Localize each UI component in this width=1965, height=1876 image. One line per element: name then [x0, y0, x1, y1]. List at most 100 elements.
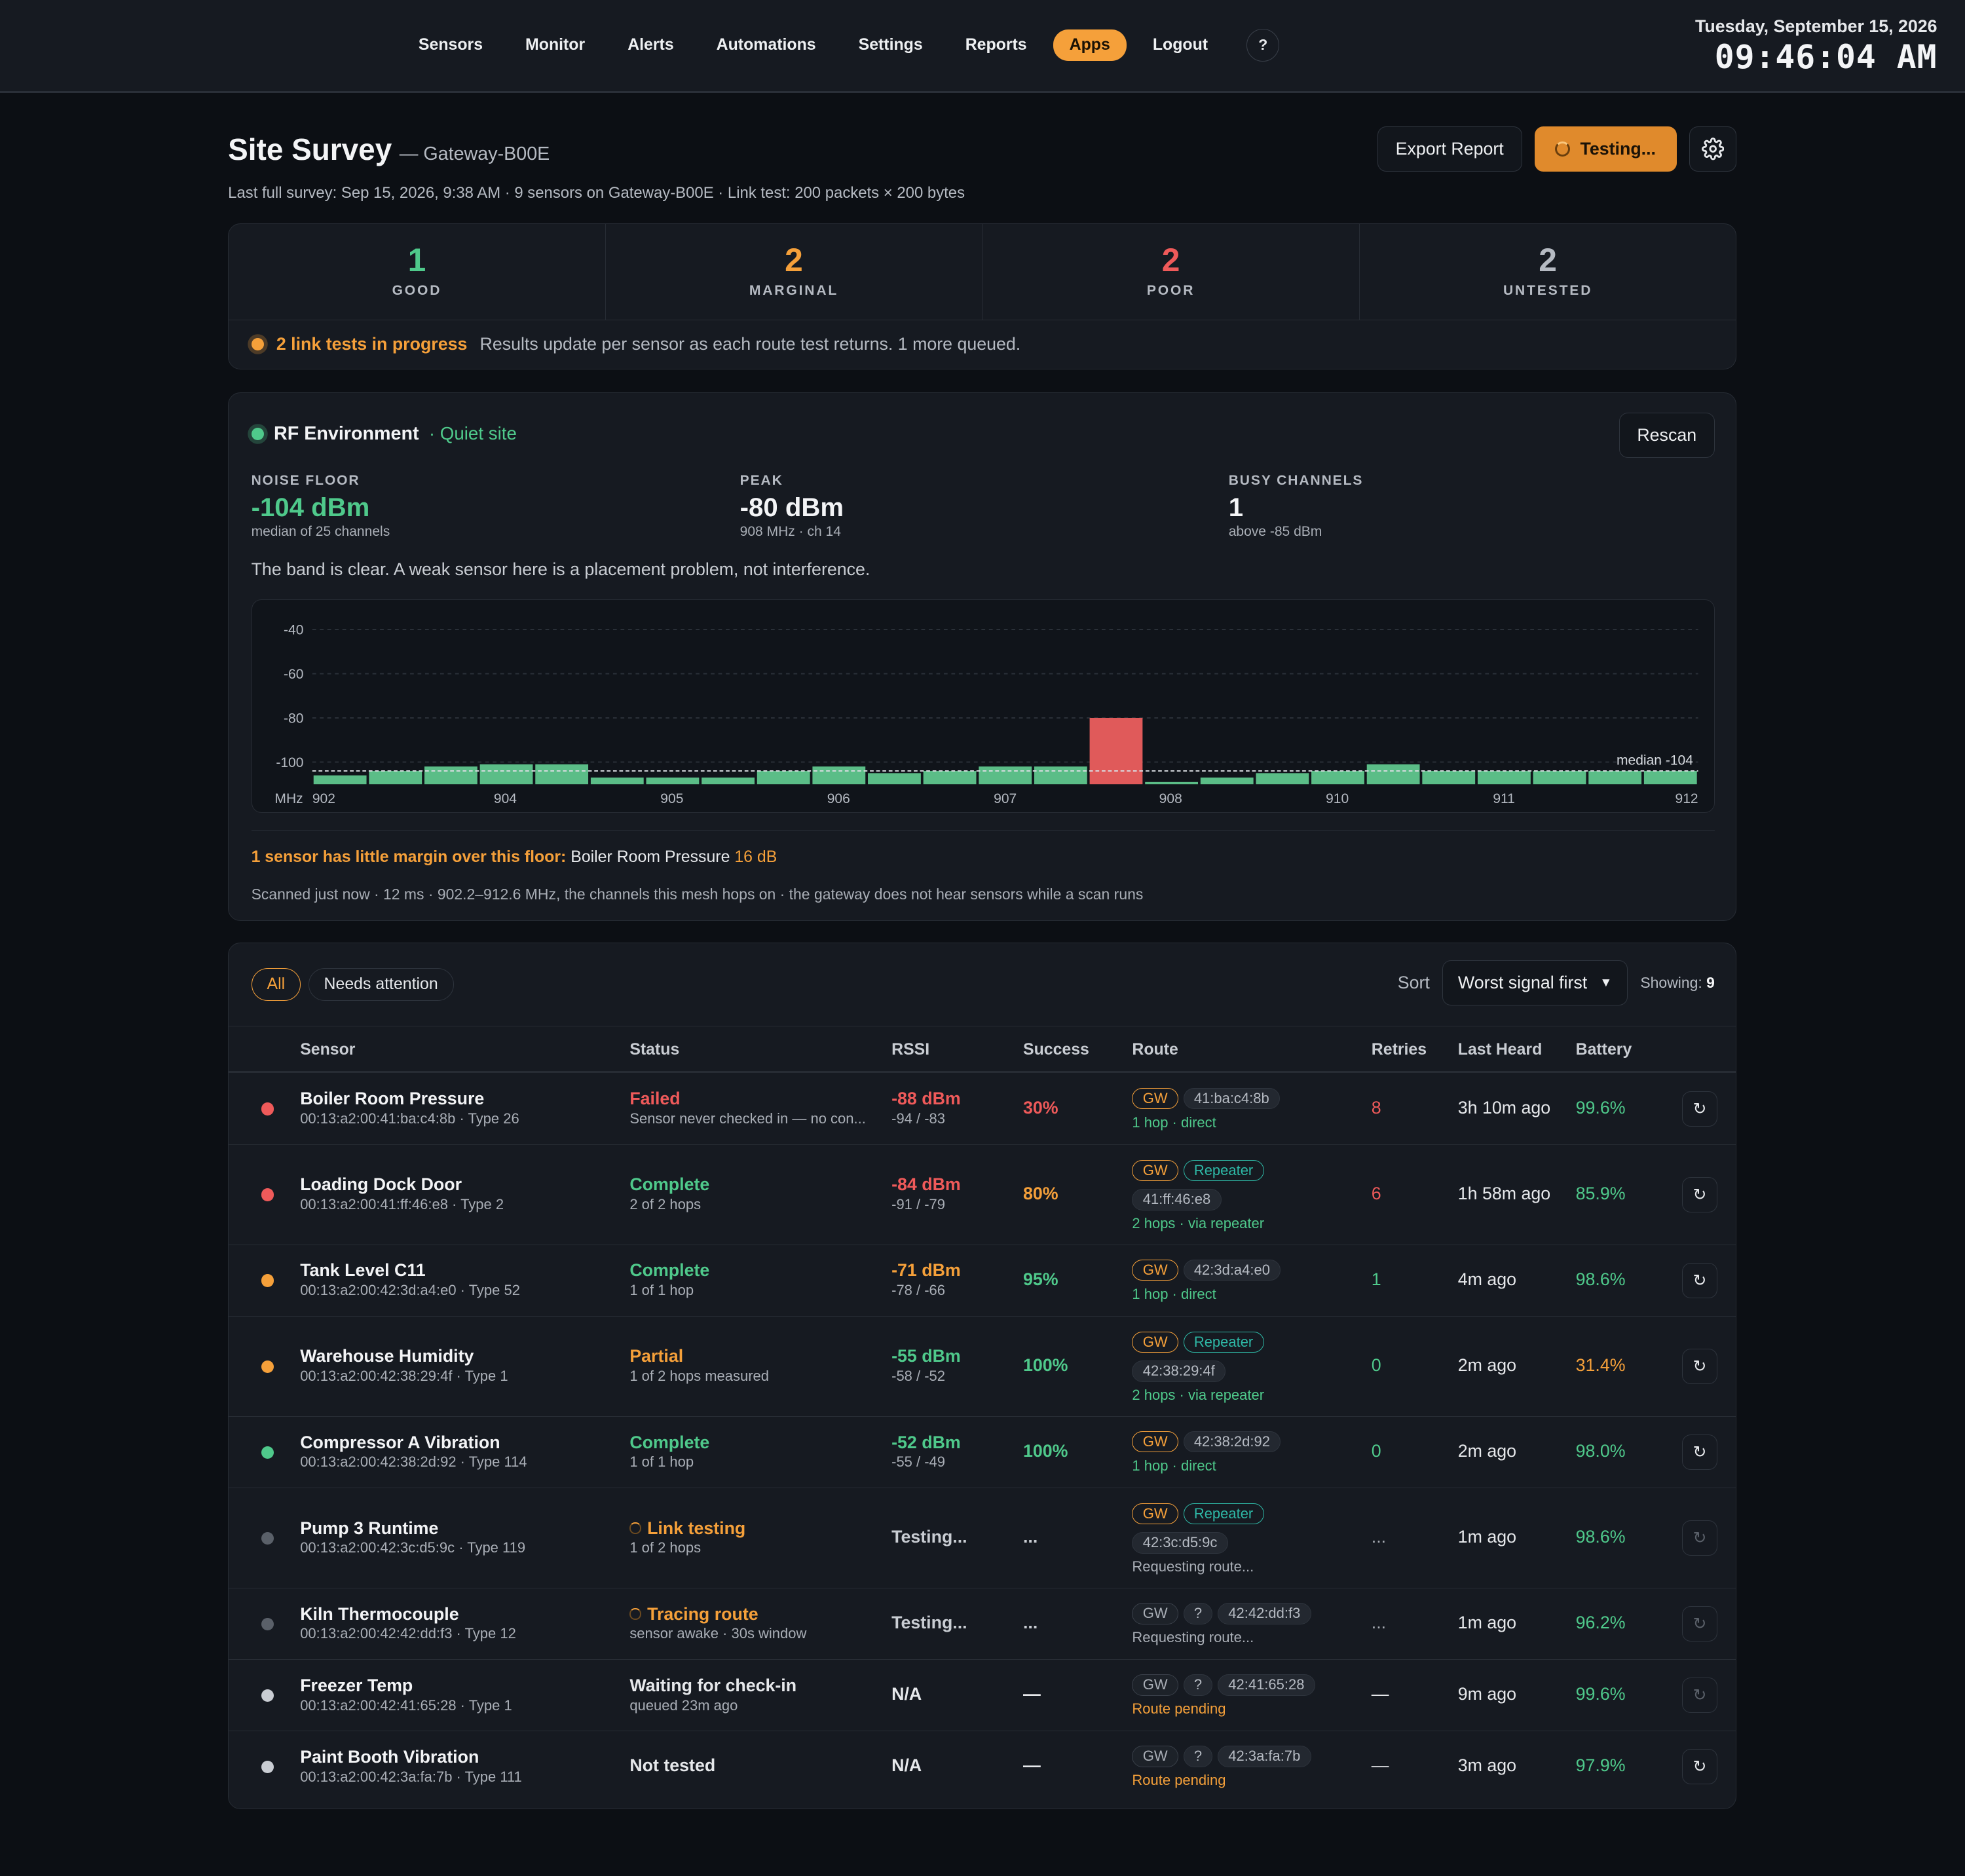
margin-db: 16 dB — [734, 848, 777, 867]
sort-select[interactable]: Worst signal first ▼ — [1442, 960, 1628, 1006]
retries-cell: 8 — [1372, 1098, 1381, 1118]
band-note: The band is clear. A weak sensor here is… — [251, 559, 870, 580]
sensor-cell-value[interactable]: Paint Booth Vibration — [300, 1747, 522, 1767]
margin-sensor[interactable]: Boiler Room Pressure — [571, 848, 730, 866]
status-cell: Complete 1 of 1 hop — [629, 1260, 709, 1299]
retest-button[interactable]: ↻ — [1682, 1678, 1717, 1713]
table-row[interactable]: Loading Dock Door 00:13:a2:00:41:ff:46:e8… — [229, 1145, 1736, 1245]
sensor-cell-value[interactable]: Pump 3 Runtime — [300, 1518, 525, 1539]
route-cell: GW? 42:3a:fa:7b Route pending — [1132, 1743, 1316, 1789]
refresh-icon: ↻ — [1693, 1186, 1707, 1205]
table-row[interactable]: Compressor A Vibration 00:13:a2:00:42:38:… — [229, 1417, 1736, 1488]
table-row[interactable]: Paint Booth Vibration 00:13:a2:00:42:3a:f… — [229, 1731, 1736, 1803]
nav-settings[interactable]: Settings — [842, 29, 939, 61]
rescan-button[interactable]: Rescan — [1619, 413, 1715, 459]
rssi-cell-sub: -58 / -52 — [891, 1368, 945, 1385]
last-heard-cell-value: 2m ago — [1457, 1440, 1517, 1461]
sensor-cell-value[interactable]: Loading Dock Door — [300, 1174, 504, 1195]
status-cell-value: Tracing route — [629, 1604, 806, 1624]
count-label: UNTESTED — [1503, 283, 1593, 299]
status-cell-value: Complete — [629, 1432, 710, 1452]
sensor-cell-value[interactable]: Kiln Thermocouple — [300, 1604, 516, 1624]
retest-button[interactable]: ↻ — [1682, 1749, 1717, 1785]
nav-automations[interactable]: Automations — [700, 29, 833, 61]
route-line: 1 hop · direct — [1132, 1114, 1216, 1131]
retries-cell: ... — [1372, 1527, 1386, 1547]
sensor-cell-value[interactable]: Freezer Temp — [300, 1676, 512, 1696]
filter-needs-attention[interactable]: Needs attention — [308, 967, 454, 1001]
column-header-route[interactable]: Route — [1132, 1040, 1178, 1059]
status-text: Tracing route — [647, 1604, 758, 1624]
help-button[interactable]: ? — [1246, 28, 1280, 62]
page-title: Site Survey — Gateway-B00E — [228, 132, 550, 167]
route-cell: GW 42:3d:a4:e0 1 hop · direct — [1132, 1257, 1285, 1303]
mac-tag: 41:ff:46:e8 — [1132, 1189, 1222, 1210]
retest-button[interactable]: ↻ — [1682, 1435, 1717, 1470]
nav-reports[interactable]: Reports — [949, 29, 1043, 61]
retest-button[interactable]: ↻ — [1682, 1606, 1717, 1642]
status-cell: Complete 2 of 2 hops — [629, 1174, 709, 1213]
nav-sensors[interactable]: Sensors — [402, 29, 499, 61]
sensor-cell-value[interactable]: Boiler Room Pressure — [300, 1089, 519, 1109]
route-tags: GW? 42:3a:fa:7b — [1132, 1743, 1316, 1767]
testing-button[interactable]: Testing... — [1534, 126, 1677, 172]
export-report-button[interactable]: Export Report — [1377, 126, 1522, 172]
retest-button[interactable]: ↻ — [1682, 1520, 1717, 1556]
table-row[interactable]: Warehouse Humidity 00:13:a2:00:42:38:29:4… — [229, 1317, 1736, 1417]
status-dot-icon — [261, 1360, 274, 1373]
nav-logout[interactable]: Logout — [1136, 29, 1224, 61]
nav-monitor[interactable]: Monitor — [509, 29, 601, 61]
count-value: 2 — [785, 242, 803, 279]
gateway-tag: GW — [1132, 1087, 1178, 1110]
retest-button[interactable]: ↻ — [1682, 1091, 1717, 1127]
retest-button[interactable]: ↻ — [1682, 1177, 1717, 1212]
column-header-rssi[interactable]: RSSI — [891, 1040, 929, 1059]
sensor-cell-value[interactable]: Tank Level C11 — [300, 1260, 520, 1281]
sensor-cell-value[interactable]: Compressor A Vibration — [300, 1433, 527, 1453]
settings-button[interactable] — [1689, 126, 1737, 172]
column-header-battery[interactable]: Battery — [1576, 1040, 1632, 1059]
sort-value: Worst signal first — [1457, 973, 1588, 993]
column-header-success[interactable]: Success — [1023, 1040, 1089, 1059]
nav-alerts[interactable]: Alerts — [611, 29, 690, 61]
rf-title: RF Environment — [274, 422, 419, 444]
column-header-status[interactable]: Status — [629, 1040, 679, 1059]
spinner-icon — [1555, 141, 1571, 157]
table-row[interactable]: Tank Level C11 00:13:a2:00:42:3d:a4:e0 · … — [229, 1245, 1736, 1317]
sensor-cell-sub: 00:13:a2:00:42:41:65:28 · Type 1 — [300, 1697, 512, 1714]
last-heard-cell-value: 1m ago — [1457, 1612, 1517, 1632]
success-cell-value: 80% — [1022, 1183, 1058, 1203]
sensor-cell: Freezer Temp 00:13:a2:00:42:41:65:28 · Ty… — [300, 1676, 512, 1714]
filter-all[interactable]: All — [251, 967, 301, 1001]
page-subtitle: Last full survey: Sep 15, 2026, 9:38 AM … — [228, 184, 965, 202]
mac-tag: 42:3d:a4:e0 — [1183, 1259, 1281, 1281]
table-row[interactable]: Kiln Thermocouple 00:13:a2:00:42:42:dd:f3… — [229, 1588, 1736, 1660]
table-row[interactable]: Boiler Room Pressure 00:13:a2:00:41:ba:c4… — [229, 1073, 1736, 1145]
rf-status-dot-icon — [251, 427, 264, 440]
retries-cell-value: — — [1371, 1755, 1389, 1776]
retries-cell: — — [1372, 1684, 1389, 1704]
table-row[interactable]: Pump 3 Runtime 00:13:a2:00:42:3c:d5:9c · … — [229, 1488, 1736, 1588]
nav-apps[interactable]: Apps — [1053, 29, 1127, 61]
retest-button[interactable]: ↻ — [1682, 1349, 1717, 1384]
last-heard-cell: 9m ago — [1458, 1684, 1516, 1704]
y-tick-label: -100 — [276, 755, 303, 770]
retest-button[interactable]: ↻ — [1682, 1263, 1717, 1298]
success-cell-value: — — [1022, 1683, 1041, 1704]
column-header-sensor[interactable]: Sensor — [300, 1040, 355, 1059]
sensor-cell-value[interactable]: Warehouse Humidity — [300, 1346, 508, 1366]
rssi-cell: -84 dBm -91 / -79 — [891, 1174, 961, 1213]
last-heard-cell-value: 3h 10m ago — [1457, 1097, 1551, 1117]
column-header-last-heard[interactable]: Last Heard — [1458, 1040, 1543, 1059]
gateway-tag: GW — [1132, 1331, 1178, 1353]
status-dot-icon — [261, 1617, 274, 1630]
route-cell: GW 42:38:2d:92 1 hop · direct — [1132, 1429, 1285, 1474]
status-cell: Link testing 1 of 2 hops — [629, 1518, 745, 1557]
route-cell: GW? 42:41:65:28 Route pending — [1132, 1672, 1320, 1717]
status-text: Link testing — [647, 1518, 746, 1538]
column-header-retries[interactable]: Retries — [1372, 1040, 1427, 1059]
mac-tag: 42:3c:d5:9c — [1132, 1532, 1228, 1554]
status-cell-value: Complete — [629, 1260, 710, 1281]
table-row[interactable]: Freezer Temp 00:13:a2:00:42:41:65:28 · Ty… — [229, 1660, 1736, 1731]
battery-cell-value: 96.2% — [1575, 1612, 1626, 1632]
